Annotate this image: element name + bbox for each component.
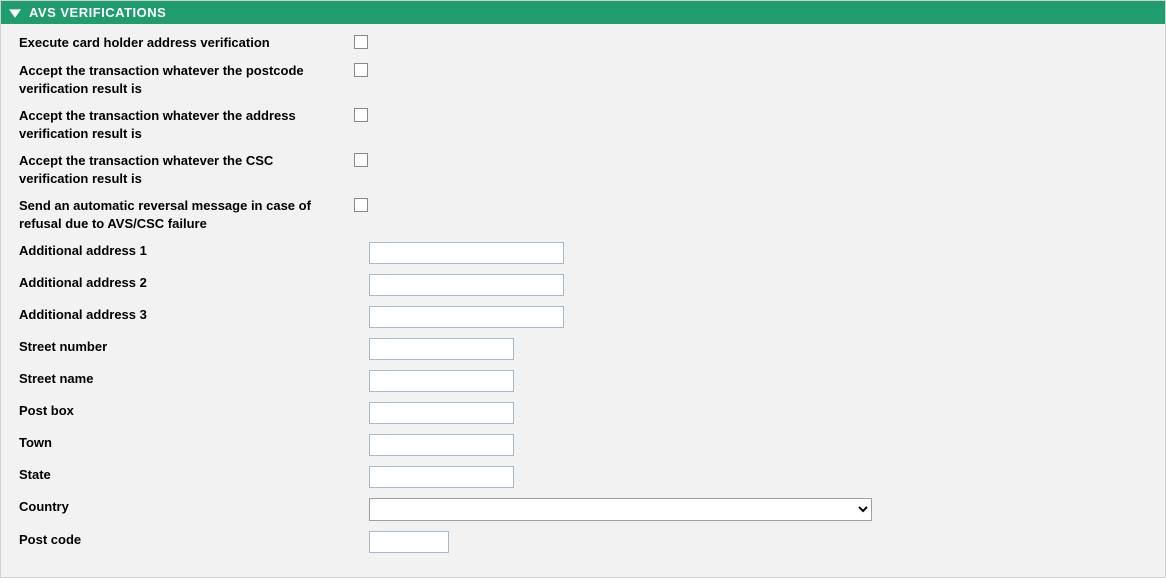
row-streetnum: Street number bbox=[19, 338, 1147, 360]
label-accept-csc: Accept the transaction whatever the CSC … bbox=[19, 152, 354, 187]
label-streetnum: Street number bbox=[19, 338, 369, 356]
input-addr1[interactable] bbox=[369, 242, 564, 264]
checkbox-accept-postcode[interactable] bbox=[354, 63, 368, 77]
label-addr1: Additional address 1 bbox=[19, 242, 369, 260]
label-accept-postcode: Accept the transaction whatever the post… bbox=[19, 62, 354, 97]
label-addr2: Additional address 2 bbox=[19, 274, 369, 292]
label-town: Town bbox=[19, 434, 369, 452]
row-accept-postcode: Accept the transaction whatever the post… bbox=[19, 62, 1147, 97]
panel-header[interactable]: AVS VERIFICATIONS bbox=[1, 1, 1165, 24]
row-streetname: Street name bbox=[19, 370, 1147, 392]
row-addr2: Additional address 2 bbox=[19, 274, 1147, 296]
input-addr2[interactable] bbox=[369, 274, 564, 296]
row-country: Country bbox=[19, 498, 1147, 521]
input-streetnum[interactable] bbox=[369, 338, 514, 360]
label-state: State bbox=[19, 466, 369, 484]
label-auto-reversal: Send an automatic reversal message in ca… bbox=[19, 197, 354, 232]
input-streetname[interactable] bbox=[369, 370, 514, 392]
checkbox-accept-csc[interactable] bbox=[354, 153, 368, 167]
avs-verifications-panel: AVS VERIFICATIONS Execute card holder ad… bbox=[0, 0, 1166, 578]
panel-body: Execute card holder address verification… bbox=[1, 24, 1165, 577]
row-postcode: Post code bbox=[19, 531, 1147, 553]
checkbox-auto-reversal[interactable] bbox=[354, 198, 368, 212]
label-execute-verification: Execute card holder address verification bbox=[19, 34, 354, 52]
row-postbox: Post box bbox=[19, 402, 1147, 424]
input-postbox[interactable] bbox=[369, 402, 514, 424]
input-addr3[interactable] bbox=[369, 306, 564, 328]
label-streetname: Street name bbox=[19, 370, 369, 388]
select-country[interactable] bbox=[369, 498, 872, 521]
input-postcode[interactable] bbox=[369, 531, 449, 553]
label-country: Country bbox=[19, 498, 369, 516]
row-accept-address: Accept the transaction whatever the addr… bbox=[19, 107, 1147, 142]
row-town: Town bbox=[19, 434, 1147, 456]
row-accept-csc: Accept the transaction whatever the CSC … bbox=[19, 152, 1147, 187]
label-postcode: Post code bbox=[19, 531, 369, 549]
input-state[interactable] bbox=[369, 466, 514, 488]
label-accept-address: Accept the transaction whatever the addr… bbox=[19, 107, 354, 142]
row-state: State bbox=[19, 466, 1147, 488]
input-town[interactable] bbox=[369, 434, 514, 456]
checkbox-accept-address[interactable] bbox=[354, 108, 368, 122]
row-auto-reversal: Send an automatic reversal message in ca… bbox=[19, 197, 1147, 232]
panel-title: AVS VERIFICATIONS bbox=[29, 5, 166, 20]
checkbox-execute-verification[interactable] bbox=[354, 35, 368, 49]
row-execute-verification: Execute card holder address verification bbox=[19, 34, 1147, 52]
label-addr3: Additional address 3 bbox=[19, 306, 369, 324]
label-postbox: Post box bbox=[19, 402, 369, 420]
row-addr1: Additional address 1 bbox=[19, 242, 1147, 264]
collapse-down-icon bbox=[9, 7, 21, 19]
row-addr3: Additional address 3 bbox=[19, 306, 1147, 328]
